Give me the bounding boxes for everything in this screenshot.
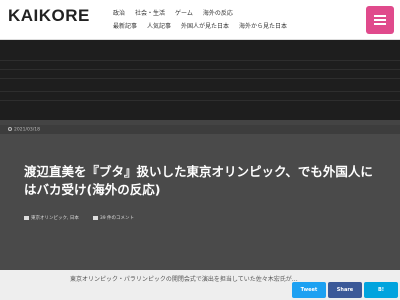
nav-item-japan-by-foreigners[interactable]: 外国人が見た日本	[178, 21, 232, 30]
hamburger-menu-button[interactable]	[366, 6, 394, 34]
article-tags-text: 東京オリンピック, 日本	[31, 216, 79, 221]
site-logo[interactable]: KAIKORE	[8, 6, 90, 26]
hamburger-line-icon	[374, 15, 386, 17]
site-header: KAIKORE 政治 社会・生活 ゲーム 海外の反応 最新記事 人気記事 外国人…	[0, 0, 400, 40]
nav-row-bottom: 最新記事 人気記事 外国人が見た日本 海外から見た日本	[110, 21, 360, 30]
nav-item-popular[interactable]: 人気記事	[144, 21, 174, 30]
headline-item[interactable]	[0, 52, 400, 61]
hamburger-line-icon	[374, 23, 386, 25]
headline-ticker	[0, 40, 400, 120]
share-buttons: Tweet Share B!	[292, 282, 398, 298]
twitter-share-button[interactable]: Tweet	[292, 282, 326, 298]
headline-list	[0, 43, 400, 101]
article-date-text: 2021/03/18	[14, 127, 40, 133]
main-nav: 政治 社会・生活 ゲーム 海外の反応 最新記事 人気記事 外国人が見た日本 海外…	[110, 8, 360, 34]
headline-item[interactable]	[0, 92, 400, 101]
facebook-share-button[interactable]: Share	[328, 282, 362, 298]
clock-icon	[8, 127, 12, 131]
article-tags[interactable]: 東京オリンピック, 日本	[24, 215, 79, 221]
nav-item-games[interactable]: ゲーム	[172, 8, 196, 17]
nav-item-society[interactable]: 社会・生活	[132, 8, 168, 17]
headline-item[interactable]	[0, 70, 400, 79]
folder-icon	[24, 216, 29, 220]
article-snippet: 東京オリンピック・パラリンピックの開閉会式で演出を担当していた佐々木宏氏が…	[70, 276, 298, 283]
headline-item[interactable]	[0, 61, 400, 70]
article-date: 2021/03/18	[8, 127, 40, 133]
article-comments[interactable]: 39 件のコメント	[92, 215, 135, 221]
hamburger-line-icon	[374, 19, 386, 21]
headline-label	[0, 43, 400, 52]
nav-item-politics[interactable]: 政治	[110, 8, 128, 17]
nav-item-japan-from-abroad[interactable]: 海外から見た日本	[236, 21, 290, 30]
nav-item-latest[interactable]: 最新記事	[110, 21, 140, 30]
hatena-bookmark-button[interactable]: B!	[364, 282, 398, 298]
article-meta: 東京オリンピック, 日本 39 件のコメント	[24, 215, 134, 221]
hero-top-bar: 2021/03/18	[0, 125, 400, 134]
article-comments-text: 39 件のコメント	[99, 216, 135, 221]
nav-row-top: 政治 社会・生活 ゲーム 海外の反応	[110, 8, 360, 17]
article-title: 渡辺直美を『ブタ』扱いした東京オリンピック、でも外国人にはバカ受け(海外の反応)	[24, 164, 373, 197]
comment-icon	[92, 216, 98, 220]
headline-item[interactable]	[0, 79, 400, 92]
nav-item-reactions[interactable]: 海外の反応	[200, 8, 236, 17]
